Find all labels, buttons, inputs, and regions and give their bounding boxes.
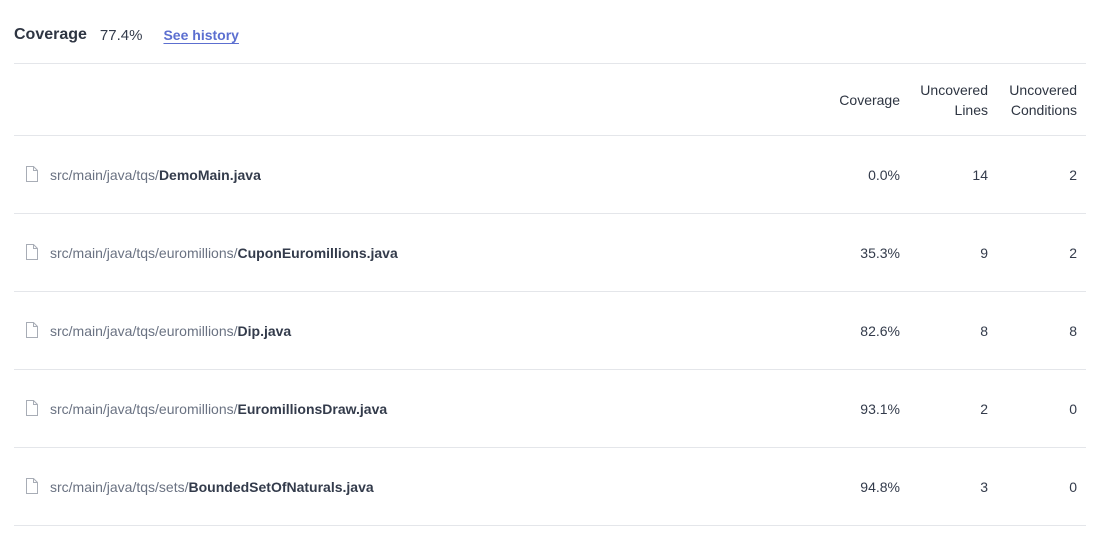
column-header-uncovered-conditions-line1: Uncovered <box>1009 82 1077 98</box>
file-icon <box>26 244 38 260</box>
file-path-link[interactable]: src/main/java/tqs/euromillions/CuponEuro… <box>50 214 398 291</box>
file-dir: src/main/java/tqs/ <box>50 166 159 183</box>
column-header-coverage[interactable]: Coverage <box>810 64 900 136</box>
file-icon <box>26 478 38 494</box>
table-header: Coverage Uncovered Lines Uncovered Condi… <box>14 63 1086 136</box>
row-uncovered-conditions-value[interactable]: 2 <box>987 214 1077 291</box>
file-path-link[interactable]: src/main/java/tqs/sets/BoundedSetOfNatur… <box>50 448 374 525</box>
column-header-uncovered-conditions-line2: Conditions <box>1010 102 1077 118</box>
row-uncovered-lines-value[interactable]: 14 <box>898 136 988 213</box>
file-dir: src/main/java/tqs/euromillions/ <box>50 244 238 261</box>
file-name: EuromillionsDraw.java <box>237 400 388 417</box>
coverage-summary: Coverage 77.4% See history <box>14 24 239 46</box>
row-coverage-value[interactable]: 93.1% <box>810 370 900 447</box>
row-uncovered-lines-value[interactable]: 3 <box>898 448 988 525</box>
file-path-link[interactable]: src/main/java/tqs/euromillions/Dip.java <box>50 292 291 369</box>
column-header-coverage-label: Coverage <box>839 92 900 108</box>
file-name: BoundedSetOfNaturals.java <box>188 478 374 495</box>
row-uncovered-conditions-value[interactable]: 8 <box>987 292 1077 369</box>
table-body: src/main/java/tqs/DemoMain.java 0.0% 14 … <box>14 136 1086 526</box>
file-dir: src/main/java/tqs/sets/ <box>50 478 189 495</box>
coverage-label: Coverage <box>14 26 87 43</box>
row-coverage-value[interactable]: 35.3% <box>810 214 900 291</box>
see-history-link[interactable]: See history <box>163 27 238 43</box>
row-uncovered-conditions-value[interactable]: 2 <box>987 136 1077 213</box>
file-name: Dip.java <box>237 322 292 339</box>
column-header-uncovered-lines[interactable]: Uncovered Lines <box>898 64 988 136</box>
file-icon <box>26 400 38 416</box>
column-header-uncovered-lines-line1: Uncovered <box>920 82 988 98</box>
file-icon <box>26 322 38 338</box>
column-header-uncovered-conditions[interactable]: Uncovered Conditions <box>987 64 1077 136</box>
coverage-value: 77.4% <box>99 26 143 44</box>
row-uncovered-conditions-value[interactable]: 0 <box>987 370 1077 447</box>
row-coverage-value[interactable]: 82.6% <box>810 292 900 369</box>
row-uncovered-lines-value[interactable]: 8 <box>898 292 988 369</box>
row-coverage-value[interactable]: 94.8% <box>810 448 900 525</box>
column-header-uncovered-conditions-label: Uncovered Conditions <box>1009 80 1077 120</box>
file-path-link[interactable]: src/main/java/tqs/euromillions/Euromilli… <box>50 370 387 447</box>
file-icon <box>26 166 38 182</box>
column-header-uncovered-lines-label: Uncovered Lines <box>920 80 988 120</box>
row-uncovered-conditions-value[interactable]: 0 <box>987 448 1077 525</box>
table-row: src/main/java/tqs/sets/BoundedSetOfNatur… <box>14 448 1086 526</box>
table-row: src/main/java/tqs/euromillions/Dip.java … <box>14 292 1086 370</box>
table-row: src/main/java/tqs/euromillions/Euromilli… <box>14 370 1086 448</box>
table-row: src/main/java/tqs/DemoMain.java 0.0% 14 … <box>14 136 1086 214</box>
file-name: DemoMain.java <box>158 166 261 183</box>
row-coverage-value[interactable]: 0.0% <box>810 136 900 213</box>
file-name: CuponEuromillions.java <box>237 244 398 261</box>
file-dir: src/main/java/tqs/euromillions/ <box>50 400 238 417</box>
table-row: src/main/java/tqs/euromillions/CuponEuro… <box>14 214 1086 292</box>
file-dir: src/main/java/tqs/euromillions/ <box>50 322 238 339</box>
file-path-link[interactable]: src/main/java/tqs/DemoMain.java <box>50 136 261 213</box>
row-uncovered-lines-value[interactable]: 2 <box>898 370 988 447</box>
coverage-table: Coverage Uncovered Lines Uncovered Condi… <box>14 63 1086 526</box>
column-header-uncovered-lines-line2: Lines <box>954 102 988 118</box>
row-uncovered-lines-value[interactable]: 9 <box>898 214 988 291</box>
